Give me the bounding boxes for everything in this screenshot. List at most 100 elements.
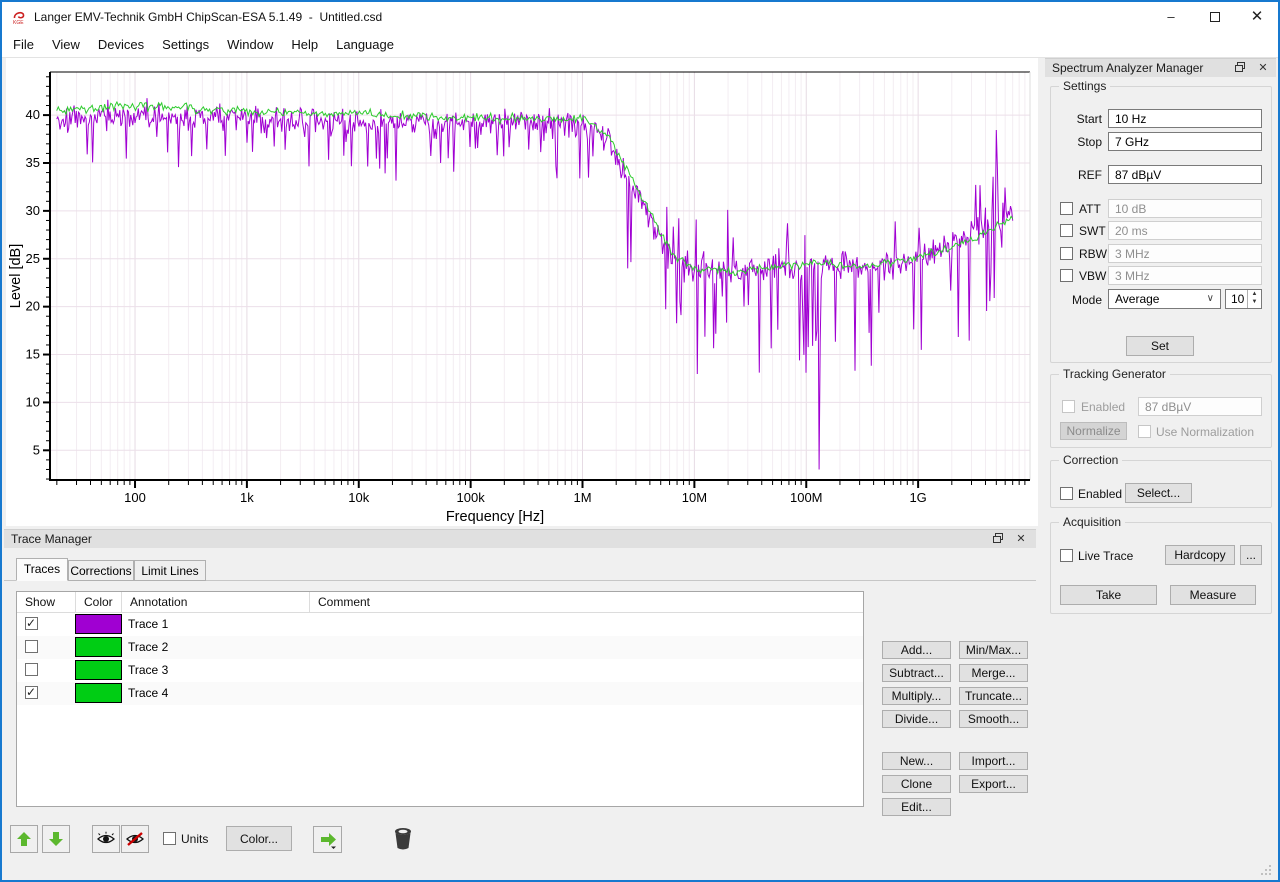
trace-color-swatch[interactable] [75, 637, 122, 657]
arrow-up-icon [16, 831, 32, 847]
menu-language[interactable]: Language [327, 32, 403, 58]
x-tick-label: 1k [240, 490, 254, 505]
apply-button[interactable] [313, 826, 342, 853]
truncate-button[interactable]: Truncate... [959, 687, 1028, 705]
dock-float-icon[interactable] [1234, 61, 1248, 75]
y-tick-label: 15 [26, 347, 40, 362]
spectrum-panel-title: Spectrum Analyzer Manager [1052, 61, 1203, 75]
hardcopy-button[interactable]: Hardcopy [1165, 545, 1235, 565]
spectrum-panel-titlebar: Spectrum Analyzer Manager ✕ [1045, 58, 1276, 77]
maximize-button[interactable] [1198, 2, 1232, 32]
edit-button[interactable]: Edit... [882, 798, 951, 816]
show-trace-button[interactable] [92, 825, 120, 853]
dock-close-icon[interactable]: ✕ [1014, 532, 1028, 546]
import-button[interactable]: Import... [959, 752, 1028, 770]
take-button[interactable]: Take [1060, 585, 1157, 605]
subtract-button[interactable]: Subtract... [882, 664, 951, 682]
tab-limit-lines[interactable]: Limit Lines [134, 560, 206, 581]
att-input[interactable] [1108, 199, 1262, 218]
menu-window[interactable]: Window [218, 32, 282, 58]
rbw-input[interactable] [1108, 244, 1262, 263]
ref-input[interactable] [1108, 165, 1262, 184]
menu-file[interactable]: File [4, 32, 43, 58]
spinner-arrows-icon[interactable]: ▲▼ [1247, 290, 1261, 308]
export-button[interactable]: Export... [959, 775, 1028, 793]
units-checkbox[interactable] [163, 832, 176, 845]
correction-select-button[interactable]: Select... [1125, 483, 1192, 503]
trace-color-swatch[interactable] [75, 660, 122, 680]
trace-show-checkbox[interactable] [25, 617, 38, 630]
move-up-button[interactable] [10, 825, 38, 853]
tg-level-input[interactable] [1138, 397, 1262, 416]
use-normalization-checkbox[interactable] [1138, 425, 1151, 438]
column-header-show[interactable]: Show [17, 592, 76, 612]
trace-color-swatch[interactable] [75, 683, 122, 703]
trace-color-button[interactable]: Color... [226, 826, 292, 851]
swt-input[interactable] [1108, 221, 1262, 240]
min-max-button[interactable]: Min/Max... [959, 641, 1028, 659]
ref-label: REF [1042, 168, 1102, 182]
correction-enabled-checkbox[interactable] [1060, 487, 1073, 500]
mode-select[interactable]: Average ∨ [1108, 289, 1221, 309]
stop-label: Stop [1042, 135, 1102, 149]
trace-show-checkbox[interactable] [25, 663, 38, 676]
stop-input[interactable] [1108, 132, 1262, 151]
table-row[interactable]: Trace 2 [17, 636, 863, 659]
clone-button[interactable]: Clone [882, 775, 951, 793]
trace-show-checkbox[interactable] [25, 640, 38, 653]
column-header-comment[interactable]: Comment [310, 592, 863, 612]
mode-count-spinner[interactable]: 10 ▲▼ [1225, 289, 1262, 309]
trace-color-swatch[interactable] [75, 614, 122, 634]
multiply-button[interactable]: Multiply... [882, 687, 951, 705]
tg-enabled-checkbox[interactable] [1062, 400, 1075, 413]
live-trace-checkbox[interactable] [1060, 549, 1073, 562]
hardcopy-more-button[interactable]: ... [1240, 545, 1262, 565]
chart-panel: 1001k10k100k1M10M100M1G510152025303540Fr… [6, 58, 1038, 526]
x-tick-label: 10k [348, 490, 369, 505]
spectrum-chart[interactable]: 1001k10k100k1M10M100M1G510152025303540Fr… [6, 58, 1038, 526]
vbw-checkbox[interactable] [1060, 269, 1073, 282]
column-header-color[interactable]: Color [76, 592, 122, 612]
normalize-button[interactable]: Normalize [1060, 422, 1127, 440]
menu-settings[interactable]: Settings [153, 32, 218, 58]
resize-grip-icon[interactable] [1260, 864, 1272, 876]
x-tick-label: 100 [124, 490, 146, 505]
swt-checkbox[interactable] [1060, 224, 1073, 237]
tab-traces[interactable]: Traces [16, 558, 68, 581]
start-input[interactable] [1108, 109, 1262, 128]
dock-close-icon[interactable]: ✕ [1256, 61, 1270, 75]
dock-float-icon[interactable] [992, 532, 1006, 546]
close-button[interactable]: ✕ [1240, 2, 1274, 32]
att-checkbox[interactable] [1060, 202, 1073, 215]
divide-button[interactable]: Divide... [882, 710, 951, 728]
vbw-input[interactable] [1108, 266, 1262, 285]
menu-help[interactable]: Help [282, 32, 327, 58]
hide-trace-button[interactable] [121, 825, 149, 853]
y-tick-label: 35 [26, 155, 40, 170]
start-label: Start [1042, 112, 1102, 126]
table-row[interactable]: Trace 1 [17, 613, 863, 636]
minimize-button[interactable]: – [1154, 2, 1188, 32]
tab-corrections[interactable]: Corrections [68, 560, 134, 581]
move-down-button[interactable] [42, 825, 70, 853]
att-label: ATT [1079, 202, 1101, 216]
merge-button[interactable]: Merge... [959, 664, 1028, 682]
y-tick-label: 10 [26, 394, 40, 409]
mode-count-value: 10 [1226, 290, 1248, 308]
live-trace-label: Live Trace [1078, 549, 1133, 563]
column-header-annotation[interactable]: Annotation [122, 592, 310, 612]
table-row[interactable]: Trace 4 [17, 682, 863, 705]
delete-trace-button[interactable] [388, 824, 418, 854]
trace-table: ShowColorAnnotationComment Trace 1Trace … [16, 591, 864, 807]
menu-devices[interactable]: Devices [89, 32, 153, 58]
smooth-button[interactable]: Smooth... [959, 710, 1028, 728]
rbw-checkbox[interactable] [1060, 247, 1073, 260]
add-button[interactable]: Add... [882, 641, 951, 659]
new-button[interactable]: New... [882, 752, 951, 770]
table-row[interactable]: Trace 3 [17, 659, 863, 682]
menu-view[interactable]: View [43, 32, 89, 58]
measure-button[interactable]: Measure [1170, 585, 1256, 605]
vbw-label: VBW [1079, 269, 1106, 283]
trace-show-checkbox[interactable] [25, 686, 38, 699]
set-button[interactable]: Set [1126, 336, 1194, 356]
